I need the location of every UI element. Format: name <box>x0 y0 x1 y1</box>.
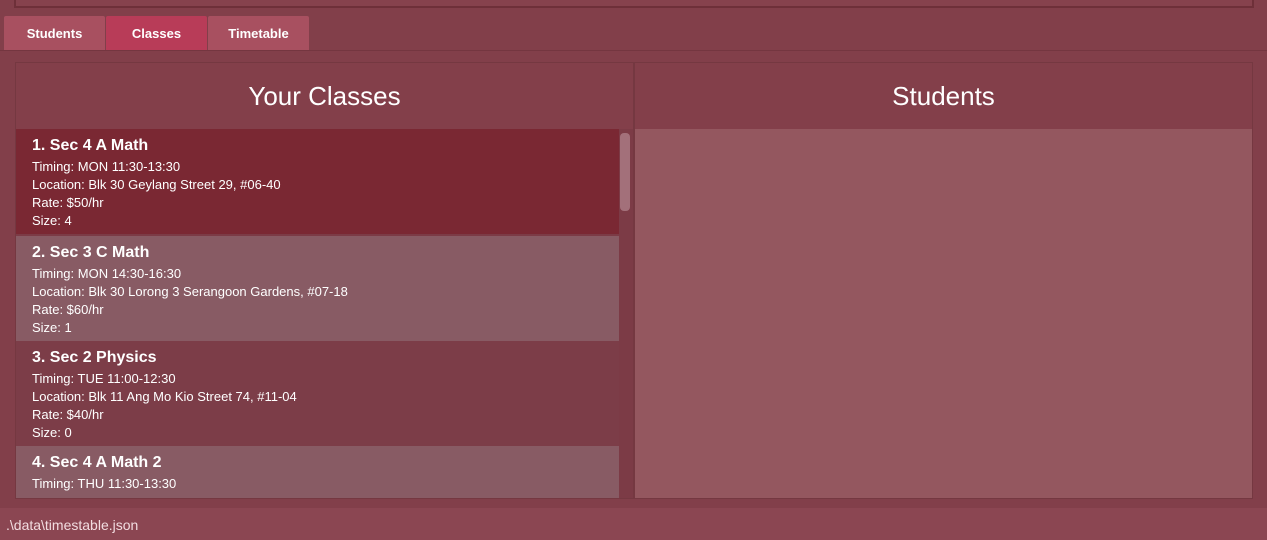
class-title: 3. Sec 2 Physics <box>32 349 157 366</box>
class-card[interactable]: 4. Sec 4 A Math 2 Timing: THU 11:30-13:3… <box>16 446 619 498</box>
class-timing: Timing: MON 11:30-13:30 <box>32 159 181 174</box>
class-timing: Timing: TUE 11:00-12:30 <box>32 371 176 386</box>
class-card[interactable]: 3. Sec 2 Physics Timing: TUE 11:00-12:30… <box>16 341 619 446</box>
student-list[interactable] <box>635 129 1252 498</box>
class-card[interactable]: 2. Sec 3 C Math Timing: MON 14:30-16:30 … <box>16 236 619 341</box>
class-location: Location: Blk 11 Ang Mo Kio Street 74, #… <box>32 389 297 404</box>
class-size: Size: 1 <box>32 320 72 335</box>
students-panel: Students <box>634 62 1253 499</box>
command-bar <box>0 0 1267 14</box>
tab-classes[interactable]: Classes <box>106 16 207 50</box>
classes-panel-title: Your Classes <box>16 63 633 129</box>
tab-bar: Students Classes Timetable <box>0 14 1267 51</box>
students-panel-title: Students <box>635 63 1252 129</box>
data-file-path: .\data\timestable.json <box>6 517 139 533</box>
class-rate: Rate: $40/hr <box>32 407 104 422</box>
class-timing: Timing: THU 11:30-13:30 <box>32 476 177 491</box>
status-bar: .\data\timestable.json <box>0 508 1267 540</box>
tab-students[interactable]: Students <box>4 16 105 50</box>
classes-panel: Your Classes 1. Sec 4 A Math Timing: MON… <box>15 62 634 499</box>
class-card[interactable]: 1. Sec 4 A Math Timing: MON 11:30-13:30 … <box>16 129 619 234</box>
app-window: Students Classes Timetable Your Classes … <box>0 0 1267 540</box>
class-timing: Timing: MON 14:30-16:30 <box>32 266 182 281</box>
class-title: 1. Sec 4 A Math <box>32 137 149 154</box>
tab-timetable[interactable]: Timetable <box>208 16 309 50</box>
class-title: 4. Sec 4 A Math 2 <box>32 454 162 471</box>
class-location: Location: Blk 30 Geylang Street 29, #06-… <box>32 177 281 192</box>
class-location: Location: Blk 30 Lorong 3 Serangoon Gard… <box>32 284 348 299</box>
class-rate: Rate: $60/hr <box>32 302 104 317</box>
class-list-scrollbar[interactable] <box>619 129 631 498</box>
scroll-thumb[interactable] <box>620 133 630 211</box>
class-list[interactable]: 1. Sec 4 A Math Timing: MON 11:30-13:30 … <box>16 129 633 498</box>
command-box[interactable] <box>14 0 1254 8</box>
class-size: Size: 0 <box>32 425 72 440</box>
class-rate: Rate: $50/hr <box>32 195 104 210</box>
class-title: 2. Sec 3 C Math <box>32 244 150 261</box>
class-size: Size: 4 <box>32 213 72 228</box>
